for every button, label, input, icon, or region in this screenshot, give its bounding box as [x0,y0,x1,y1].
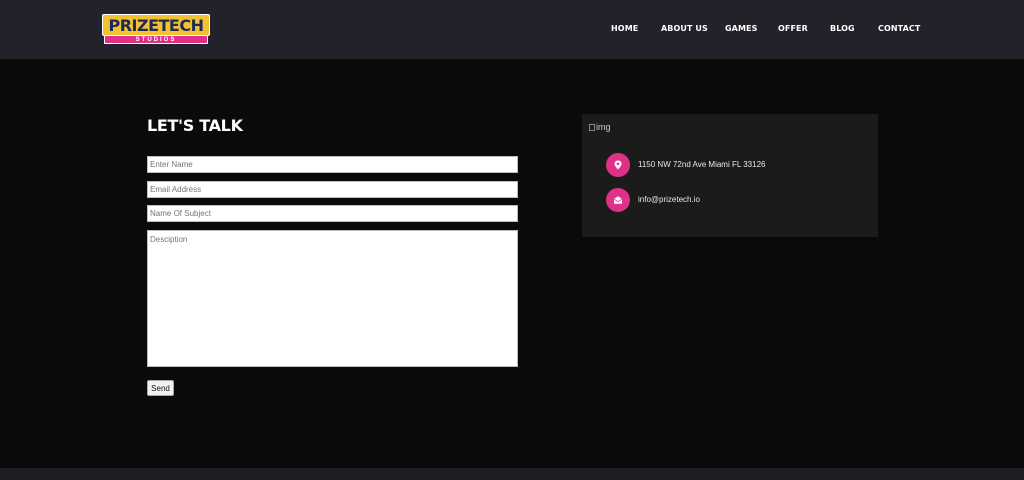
nav-item-offer[interactable]: OFFER [778,24,808,33]
location-pin-icon [606,153,630,177]
footer-strip [0,468,1024,480]
send-button[interactable]: Send [147,380,174,396]
email-field[interactable] [147,181,518,198]
nav-item-contact[interactable]: CONTACT [878,24,920,33]
contact-info-card: img 1150 NW 72nd Ave Miami FL 33126 info… [582,114,878,237]
envelope-icon [606,188,630,212]
name-field[interactable] [147,156,518,173]
address-text: 1150 NW 72nd Ave Miami FL 33126 [638,160,766,169]
main-nav: HOME ABOUT US GAMES OFFER BLOG CONTACT [0,24,1024,36]
broken-image-icon [589,123,595,131]
nav-item-games[interactable]: GAMES [725,24,757,33]
brand-logo-subtitle: STUDIOS [104,35,208,44]
nav-item-about-us[interactable]: ABOUT US [661,24,708,33]
page-title: LET'S TALK [147,116,243,135]
description-field[interactable] [147,230,518,367]
broken-image-alt: img [596,122,611,132]
nav-item-blog[interactable]: BLOG [830,24,855,33]
site-header: PRIZETECH STUDIOS HOME ABOUT US GAMES OF… [0,0,1024,59]
email-link[interactable]: info@prizetech.io [638,195,700,204]
address-row: 1150 NW 72nd Ave Miami FL 33126 [606,153,866,177]
nav-item-home[interactable]: HOME [611,24,638,33]
subject-field[interactable] [147,205,518,222]
email-row: info@prizetech.io [606,188,866,212]
broken-image: img [589,122,611,132]
